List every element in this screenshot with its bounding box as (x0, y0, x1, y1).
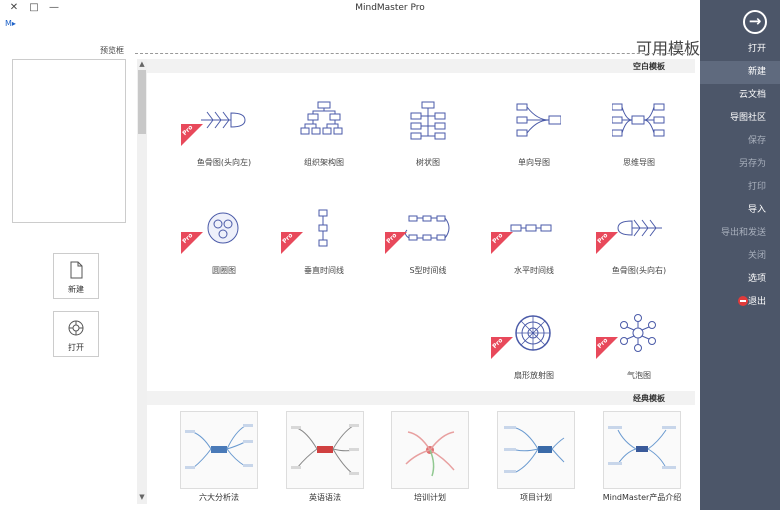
sidebar-item-new[interactable]: 新建 (700, 61, 780, 84)
sidebar-item-export[interactable]: 导出和发送 (700, 222, 780, 245)
org-chart-icon (300, 101, 343, 135)
s-timeline-icon (404, 215, 450, 241)
template-circle-map[interactable]: Pro 圆圈图 (179, 200, 269, 280)
pro-badge: Pro (385, 232, 407, 254)
classic-template-label: 项目计划 (520, 493, 552, 502)
classic-template-section-title: 经典模板 (633, 394, 665, 403)
window-title: MindMaster Pro (355, 3, 425, 13)
sidebar-item-community[interactable]: 导图社区 (700, 107, 780, 130)
template-h-timeline[interactable]: Pro 水平时间线 (489, 200, 579, 280)
pro-badge: Pro (281, 232, 303, 254)
scrollbar-thumb[interactable] (138, 70, 146, 134)
classic-template-thumbnail[interactable] (180, 411, 258, 489)
template-tree[interactable]: 树状图 (383, 92, 473, 172)
exit-icon (737, 295, 748, 306)
fishbone-right-icon (617, 219, 662, 237)
classic-template-thumbnail[interactable] (391, 411, 469, 489)
classic-template-label: 六大分析法 (199, 493, 239, 502)
blank-template-section-title: 空白模板 (633, 62, 665, 71)
pro-badge: Pro (596, 337, 618, 359)
pro-badge: Pro (491, 232, 513, 254)
open-file-icon (68, 320, 84, 336)
template-s-timeline[interactable]: Pro S型时间线 (383, 200, 473, 280)
classic-template-label: MindMaster产品介绍 (602, 493, 682, 502)
close-icon[interactable]: ✕ (8, 2, 20, 13)
sidebar-item-import[interactable]: 导入 (700, 199, 780, 222)
template-fishbone-left[interactable]: Pro 鱼骨图(头向左) (179, 92, 269, 172)
preview-label: 预览框 (100, 46, 124, 55)
mindmap-thumbnail-icon (608, 426, 676, 469)
preview-box (12, 59, 126, 223)
mindmap-icon (612, 103, 665, 137)
pro-badge: Pro (181, 232, 203, 254)
mindmap-thumbnail-icon (504, 426, 565, 473)
fishbone-left-icon (201, 111, 246, 129)
sector-radial-icon (515, 315, 551, 351)
mindmap-thumbnail-icon (291, 424, 359, 475)
template-fishbone-right[interactable]: Pro 鱼骨图(头向右) (594, 200, 684, 280)
circle-map-icon (207, 212, 239, 244)
new-document-icon (70, 261, 83, 279)
template-v-timeline[interactable]: Pro 垂直时间线 (279, 200, 369, 280)
new-button[interactable]: 新建 (53, 253, 99, 299)
pro-badge: Pro (596, 232, 618, 254)
sidebar-item-open[interactable]: 打开 (700, 38, 780, 61)
h-timeline-icon (510, 224, 552, 232)
scroll-down-arrow-icon[interactable]: ▼ (137, 493, 147, 501)
right-map-icon (516, 103, 561, 137)
sidebar-menu: 打开 新建 云文档 导图社区 保存 另存为 打印 导入 导出和发送 关闭 选项 … (700, 38, 780, 314)
back-arrow-icon[interactable]: → (743, 10, 767, 34)
maximize-icon[interactable]: □ (28, 2, 40, 13)
pro-badge: Pro (181, 124, 203, 146)
template-bubble-map[interactable]: Pro 气泡图 (594, 305, 684, 385)
classic-template-thumbnail[interactable] (497, 411, 575, 489)
template-org-chart[interactable]: 组织架构图 (279, 92, 369, 172)
tree-icon (410, 101, 446, 140)
sidebar-item-print[interactable]: 打印 (700, 176, 780, 199)
heading-divider (135, 53, 695, 54)
app-menu-button[interactable]: M▸ (5, 19, 16, 28)
minimize-icon[interactable]: — (48, 2, 60, 13)
mindmap-thumbnail-icon (185, 424, 253, 469)
sidebar-item-save-as[interactable]: 另存为 (700, 153, 780, 176)
classic-template-label: 英语语法 (309, 493, 341, 502)
classic-template-label: 培训计划 (414, 493, 446, 502)
bubble-map-icon (620, 314, 656, 352)
sidebar-item-exit[interactable]: 退出 (700, 291, 780, 314)
pro-badge: Pro (491, 337, 513, 359)
template-sector-radial[interactable]: Pro 扇形放射图 (489, 305, 579, 385)
open-button[interactable]: 打开 (53, 311, 99, 357)
page-title: 可用模板 (636, 39, 701, 58)
scroll-up-arrow-icon[interactable]: ▲ (137, 60, 147, 68)
classic-template-thumbnail[interactable] (286, 411, 364, 489)
template-right-map[interactable]: 单向导图 (489, 92, 579, 172)
sidebar-item-close[interactable]: 关闭 (700, 245, 780, 268)
mindmap-thumbnail-icon (405, 431, 455, 477)
template-mindmap[interactable]: 思维导图 (594, 92, 684, 172)
sidebar-item-cloud[interactable]: 云文档 (700, 84, 780, 107)
sidebar-item-save[interactable]: 保存 (700, 130, 780, 153)
classic-template-thumbnail[interactable] (603, 411, 681, 489)
v-timeline-icon (318, 209, 328, 247)
sidebar-item-options[interactable]: 选项 (700, 268, 780, 291)
